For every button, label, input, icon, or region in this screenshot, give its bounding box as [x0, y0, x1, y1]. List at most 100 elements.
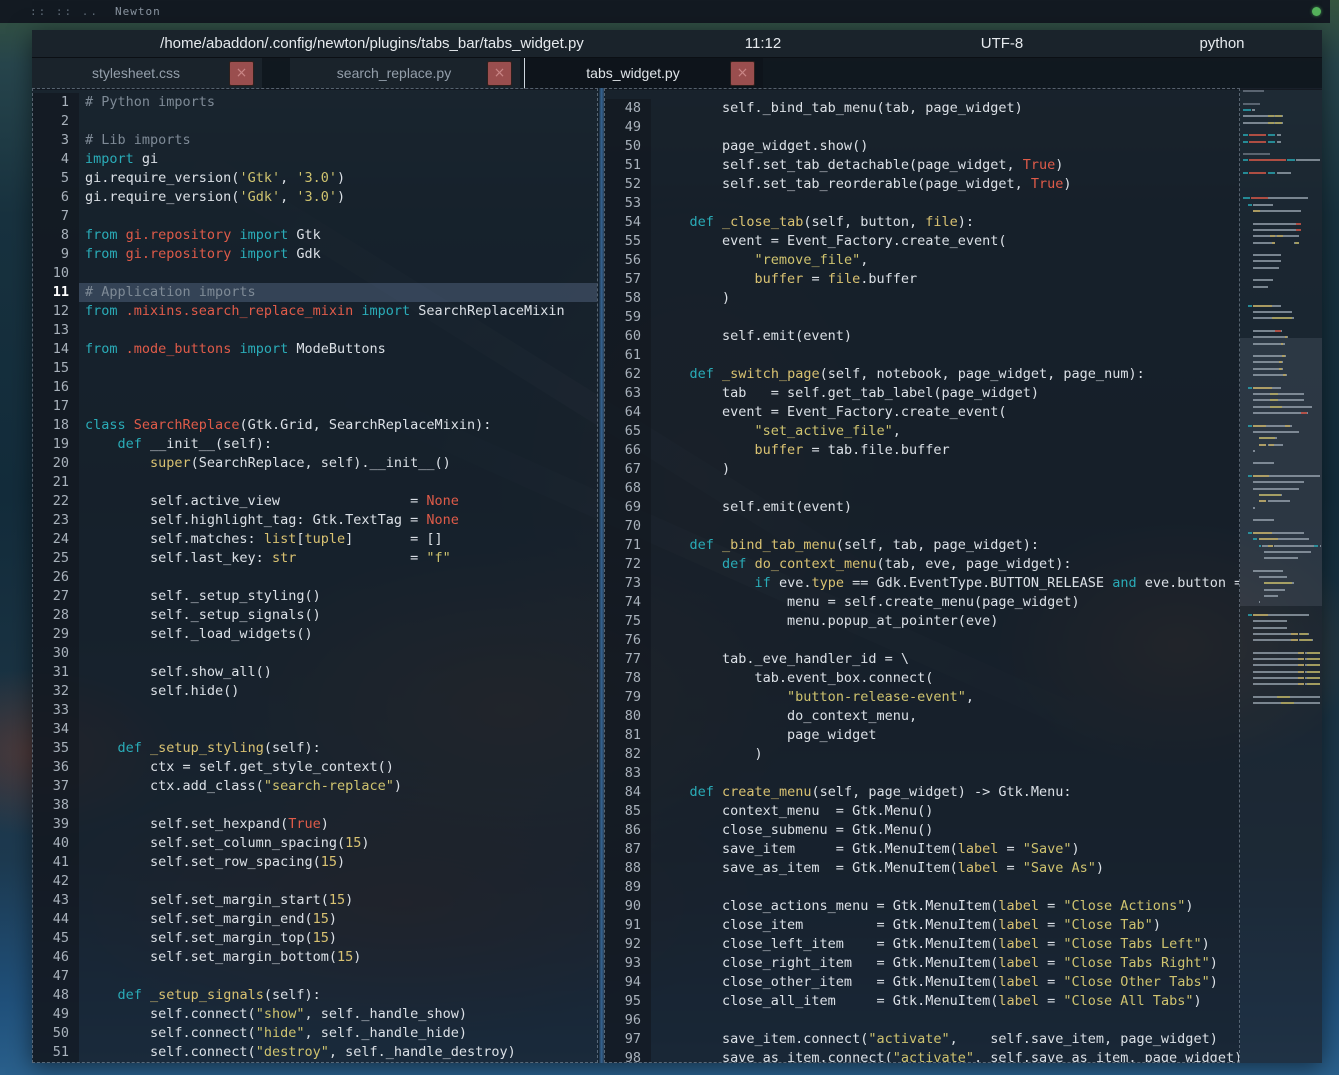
code-line: self.last_key: str = "f" — [79, 549, 597, 568]
line-number: 92 — [605, 935, 651, 954]
code-text[interactable]: self._bind_tab_menu(tab, page_widget) pa… — [651, 99, 1239, 1062]
line-number: 19 — [33, 435, 79, 454]
line-number: 68 — [605, 479, 651, 498]
line-number: 70 — [605, 517, 651, 536]
minimap-viewport[interactable] — [1240, 338, 1322, 606]
code-line: self.set_tab_reorderable(page_widget, Tr… — [651, 175, 1239, 194]
line-number: 93 — [605, 954, 651, 973]
code-line: event = Event_Factory.create_event( — [651, 232, 1239, 251]
code-line — [79, 872, 597, 891]
line-number: 28 — [33, 606, 79, 625]
code-line: close_left_item = Gtk.MenuItem(label = "… — [651, 935, 1239, 954]
tab-label: tabs_widget.py — [525, 58, 717, 89]
line-number: 40 — [33, 834, 79, 853]
code-line: from .mode_buttons import ModeButtons — [79, 340, 597, 359]
code-line: def create_menu(self, page_widget) -> Gt… — [651, 783, 1239, 802]
code-line: from .mixins.search_replace_mixin import… — [79, 302, 597, 321]
code-line: self.set_margin_bottom(15) — [79, 948, 597, 967]
code-line: if eve.type == Gdk.EventType.BUTTON_RELE… — [651, 574, 1239, 593]
code-line — [79, 378, 597, 397]
minimap-line — [1240, 637, 1322, 643]
line-number: 14 — [33, 340, 79, 359]
line-number: 75 — [605, 612, 651, 631]
line-number: 90 — [605, 897, 651, 916]
code-line: close_all_item = Gtk.MenuItem(label = "C… — [651, 992, 1239, 1011]
code-line: ) — [651, 745, 1239, 764]
code-line: gi.require_version('Gdk', '3.0') — [79, 188, 597, 207]
code-pane-left[interactable]: 1234567891011121314151617181920212223242… — [32, 88, 598, 1063]
code-line: self.emit(event) — [651, 327, 1239, 346]
line-number: 48 — [605, 99, 651, 118]
minimap[interactable] — [1240, 88, 1322, 1063]
window-title: Newton — [115, 5, 161, 18]
line-number: 82 — [605, 745, 651, 764]
line-number: 10 — [33, 264, 79, 283]
code-line — [79, 264, 597, 283]
tab-close-button[interactable]: × — [730, 61, 755, 86]
line-number: 76 — [605, 631, 651, 650]
code-line: self.highlight_tag: Gtk.TextTag = None — [79, 511, 597, 530]
code-line: super(SearchReplace, self).__init__() — [79, 454, 597, 473]
line-number: 79 — [605, 688, 651, 707]
code-line — [651, 479, 1239, 498]
line-number: 35 — [33, 739, 79, 758]
editor-area: 1234567891011121314151617181920212223242… — [32, 88, 1322, 1063]
line-number: 96 — [605, 1011, 651, 1030]
code-line: save_as_item.connect("activate", self.sa… — [651, 1049, 1239, 1062]
line-number: 78 — [605, 669, 651, 688]
line-number: 13 — [33, 321, 79, 340]
line-number: 51 — [33, 1043, 79, 1062]
code-text[interactable]: # Python imports# Lib importsimport gigi… — [79, 93, 597, 1062]
line-number: 1 — [33, 93, 79, 112]
editor-window: /home/abaddon/.config/newton/plugins/tab… — [32, 30, 1322, 1063]
line-number: 71 — [605, 536, 651, 555]
code-line: "remove_file", — [651, 251, 1239, 270]
line-number: 37 — [33, 777, 79, 796]
line-number: 39 — [33, 815, 79, 834]
code-line: def _close_tab(self, button, file): — [651, 213, 1239, 232]
line-number: 95 — [605, 992, 651, 1011]
line-number: 57 — [605, 270, 651, 289]
line-number: 24 — [33, 530, 79, 549]
code-line: # Lib imports — [79, 131, 597, 150]
code-line: # Python imports — [79, 93, 597, 112]
code-line: "set_active_file", — [651, 422, 1239, 441]
line-number: 27 — [33, 587, 79, 606]
code-line: self.set_hexpand(True) — [79, 815, 597, 834]
code-line: self.matches: list[tuple] = [] — [79, 530, 597, 549]
line-number: 49 — [605, 118, 651, 137]
code-line: close_right_item = Gtk.MenuItem(label = … — [651, 954, 1239, 973]
code-line: from gi.repository import Gdk — [79, 245, 597, 264]
tab-close-button[interactable]: × — [229, 61, 254, 86]
line-number: 72 — [605, 555, 651, 574]
tab-search_replace.py[interactable]: search_replace.py× — [290, 58, 520, 89]
code-line: page_widget.show() — [651, 137, 1239, 156]
line-number: 46 — [33, 948, 79, 967]
line-number: 31 — [33, 663, 79, 682]
code-line: def _setup_signals(self): — [79, 986, 597, 1005]
line-number: 16 — [33, 378, 79, 397]
line-number: 91 — [605, 916, 651, 935]
line-number: 84 — [605, 783, 651, 802]
code-line: self._bind_tab_menu(tab, page_widget) — [651, 99, 1239, 118]
line-number-gutter: 4849505152535455565758596061626364656667… — [605, 99, 651, 1062]
line-number: 9 — [33, 245, 79, 264]
code-line — [651, 517, 1239, 536]
code-line — [651, 194, 1239, 213]
code-line — [79, 207, 597, 226]
code-line: event = Event_Factory.create_event( — [651, 403, 1239, 422]
tab-stylesheet.css[interactable]: stylesheet.css× — [32, 58, 262, 89]
tab-tabs_widget.py[interactable]: tabs_widget.py × — [524, 58, 763, 89]
code-line — [651, 764, 1239, 783]
code-line — [79, 321, 597, 340]
code-line: save_as_item = Gtk.MenuItem(label = "Sav… — [651, 859, 1239, 878]
line-number: 88 — [605, 859, 651, 878]
line-number: 98 — [605, 1049, 651, 1063]
code-line: menu.popup_at_pointer(eve) — [651, 612, 1239, 631]
tab-close-button[interactable]: × — [487, 61, 512, 86]
code-line — [651, 1011, 1239, 1030]
code-pane-right[interactable]: 4849505152535455565758596061626364656667… — [604, 88, 1240, 1063]
line-number: 30 — [33, 644, 79, 663]
desktop: :: :: .. Newton /home/abaddon/.config/ne… — [0, 0, 1339, 1075]
line-number: 65 — [605, 422, 651, 441]
